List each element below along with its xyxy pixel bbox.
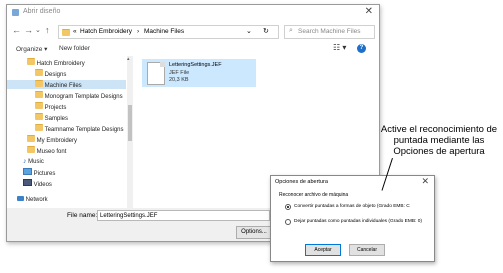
navigation-pane: Hatch Embroidery Designs Machine Files M… xyxy=(7,56,133,208)
filename-input[interactable]: LetteringSettings.JEF xyxy=(97,210,270,221)
address-bar[interactable]: « Hatch Embroidery › Machine Files ⌄ ↻ xyxy=(58,25,279,39)
breadcrumb-hatch-embroidery[interactable]: Hatch Embroidery xyxy=(80,28,132,35)
nav-item-music[interactable]: ♪ Music xyxy=(23,157,44,166)
convert-stitches-radio[interactable] xyxy=(285,204,291,210)
nav-label: Hatch Embroidery xyxy=(36,61,85,67)
dialog-close-icon[interactable]: ✕ xyxy=(421,176,429,187)
nav-item-teamname-template-designs[interactable]: Teamname Template Designs xyxy=(35,124,124,133)
nav-item-my-embroidery[interactable]: My Embroidery xyxy=(27,135,77,144)
title-bar: Abrir diseño ✕ xyxy=(7,5,379,21)
folder-icon xyxy=(35,113,43,120)
folder-icon xyxy=(35,124,43,131)
folder-icon xyxy=(35,69,43,76)
close-icon[interactable]: ✕ xyxy=(365,6,373,17)
breadcrumb-machine-files[interactable]: Machine Files xyxy=(144,28,184,35)
folder-icon xyxy=(35,102,43,109)
organize-button[interactable]: Organize ▾ xyxy=(16,45,47,53)
file-item[interactable]: LetteringSettings.JEF JEF File 20,3 KB xyxy=(142,59,256,87)
search-icon: ⌕ xyxy=(289,27,293,34)
breadcrumb-arrow-icon: › xyxy=(137,28,140,35)
file-size: 20,3 KB xyxy=(169,77,189,83)
nav-item-hatch-embroidery[interactable]: Hatch Embroidery xyxy=(27,58,85,67)
recognize-group-label: Reconocer archivo de máquina xyxy=(279,192,349,198)
nav-label: Museo font xyxy=(36,149,67,155)
nav-item-network[interactable]: Network xyxy=(17,196,48,205)
videos-icon xyxy=(23,179,32,186)
nav-label: Videos xyxy=(33,182,52,188)
dialog-title: Opciones de abertura xyxy=(275,179,328,185)
recent-chevron-icon[interactable]: ⌄ xyxy=(35,26,41,34)
new-folder-button[interactable]: New folder xyxy=(59,45,90,52)
convert-stitches-label: Convertir puntadas a formas de objeto (G… xyxy=(294,204,410,209)
pictures-icon xyxy=(23,168,32,175)
forward-icon[interactable]: → xyxy=(24,25,33,35)
nav-item-machine-files[interactable]: Machine Files xyxy=(7,80,126,89)
search-placeholder: Search Machine Files xyxy=(298,28,361,35)
nav-label: Designs xyxy=(44,72,67,78)
nav-item-designs[interactable]: Designs xyxy=(35,69,66,78)
nav-item-museo-font[interactable]: Museo font xyxy=(27,146,66,155)
nav-item-monogram-template-designs[interactable]: Monogram Template Designs xyxy=(35,91,123,100)
file-name: LetteringSettings.JEF xyxy=(169,62,222,68)
folder-icon xyxy=(62,29,70,36)
address-dropdown-icon[interactable]: ⌄ xyxy=(246,27,252,35)
network-icon xyxy=(17,196,24,201)
folder-icon xyxy=(35,80,43,87)
file-icon xyxy=(147,62,165,85)
music-icon: ♪ xyxy=(23,158,27,165)
folder-icon xyxy=(35,91,43,98)
nav-item-videos[interactable]: Videos xyxy=(23,179,52,188)
nav-label: Samples xyxy=(44,116,69,122)
filename-label: File name: xyxy=(67,212,98,219)
window-title: Abrir diseño xyxy=(23,8,61,15)
help-icon[interactable]: ? xyxy=(357,44,366,53)
nav-scrollbar-thumb[interactable] xyxy=(128,105,132,141)
nav-label: My Embroidery xyxy=(36,138,78,144)
nav-label: Machine Files xyxy=(44,83,82,89)
nav-item-projects[interactable]: Projects xyxy=(35,102,66,111)
callout-text: Active el reconocimiento de puntada medi… xyxy=(380,124,498,157)
nav-label: Projects xyxy=(44,105,67,111)
options-button[interactable]: Options... xyxy=(236,226,272,239)
scroll-up-icon[interactable]: ▴ xyxy=(127,56,130,62)
nav-label: Network xyxy=(25,197,48,203)
folder-icon xyxy=(27,146,35,153)
nav-label: Pictures xyxy=(33,171,56,177)
search-input[interactable]: ⌕ Search Machine Files xyxy=(284,25,375,39)
address-separator: « xyxy=(73,28,77,35)
nav-item-samples[interactable]: Samples xyxy=(35,113,68,122)
file-type: JEF File xyxy=(169,70,190,76)
command-bar: Organize ▾ New folder ☷ ▾ ? xyxy=(7,42,379,56)
keep-stitches-label: Dejar puntadas como puntadas individuale… xyxy=(294,219,422,224)
nav-label: Music xyxy=(28,159,44,165)
keep-stitches-radio[interactable] xyxy=(285,219,291,225)
up-icon[interactable]: ↑ xyxy=(45,25,50,35)
back-icon[interactable]: ← xyxy=(12,25,21,35)
folder-icon xyxy=(27,58,35,65)
address-row: ← → ⌄ ↑ « Hatch Embroidery › Machine Fil… xyxy=(7,23,379,39)
nav-item-pictures[interactable]: Pictures xyxy=(23,168,55,177)
accept-button[interactable]: Aceptar xyxy=(305,244,341,256)
nav-label: Monogram Template Designs xyxy=(44,94,123,100)
app-icon xyxy=(12,9,19,16)
nav-label: Teamname Template Designs xyxy=(44,127,124,133)
view-options-icon[interactable]: ☷ ▾ xyxy=(333,43,346,52)
folder-icon xyxy=(27,135,35,142)
cancel-button[interactable]: Cancelar xyxy=(349,244,385,256)
open-options-dialog: Opciones de abertura ✕ Reconocer archivo… xyxy=(270,175,435,262)
refresh-icon[interactable]: ↻ xyxy=(263,27,269,35)
